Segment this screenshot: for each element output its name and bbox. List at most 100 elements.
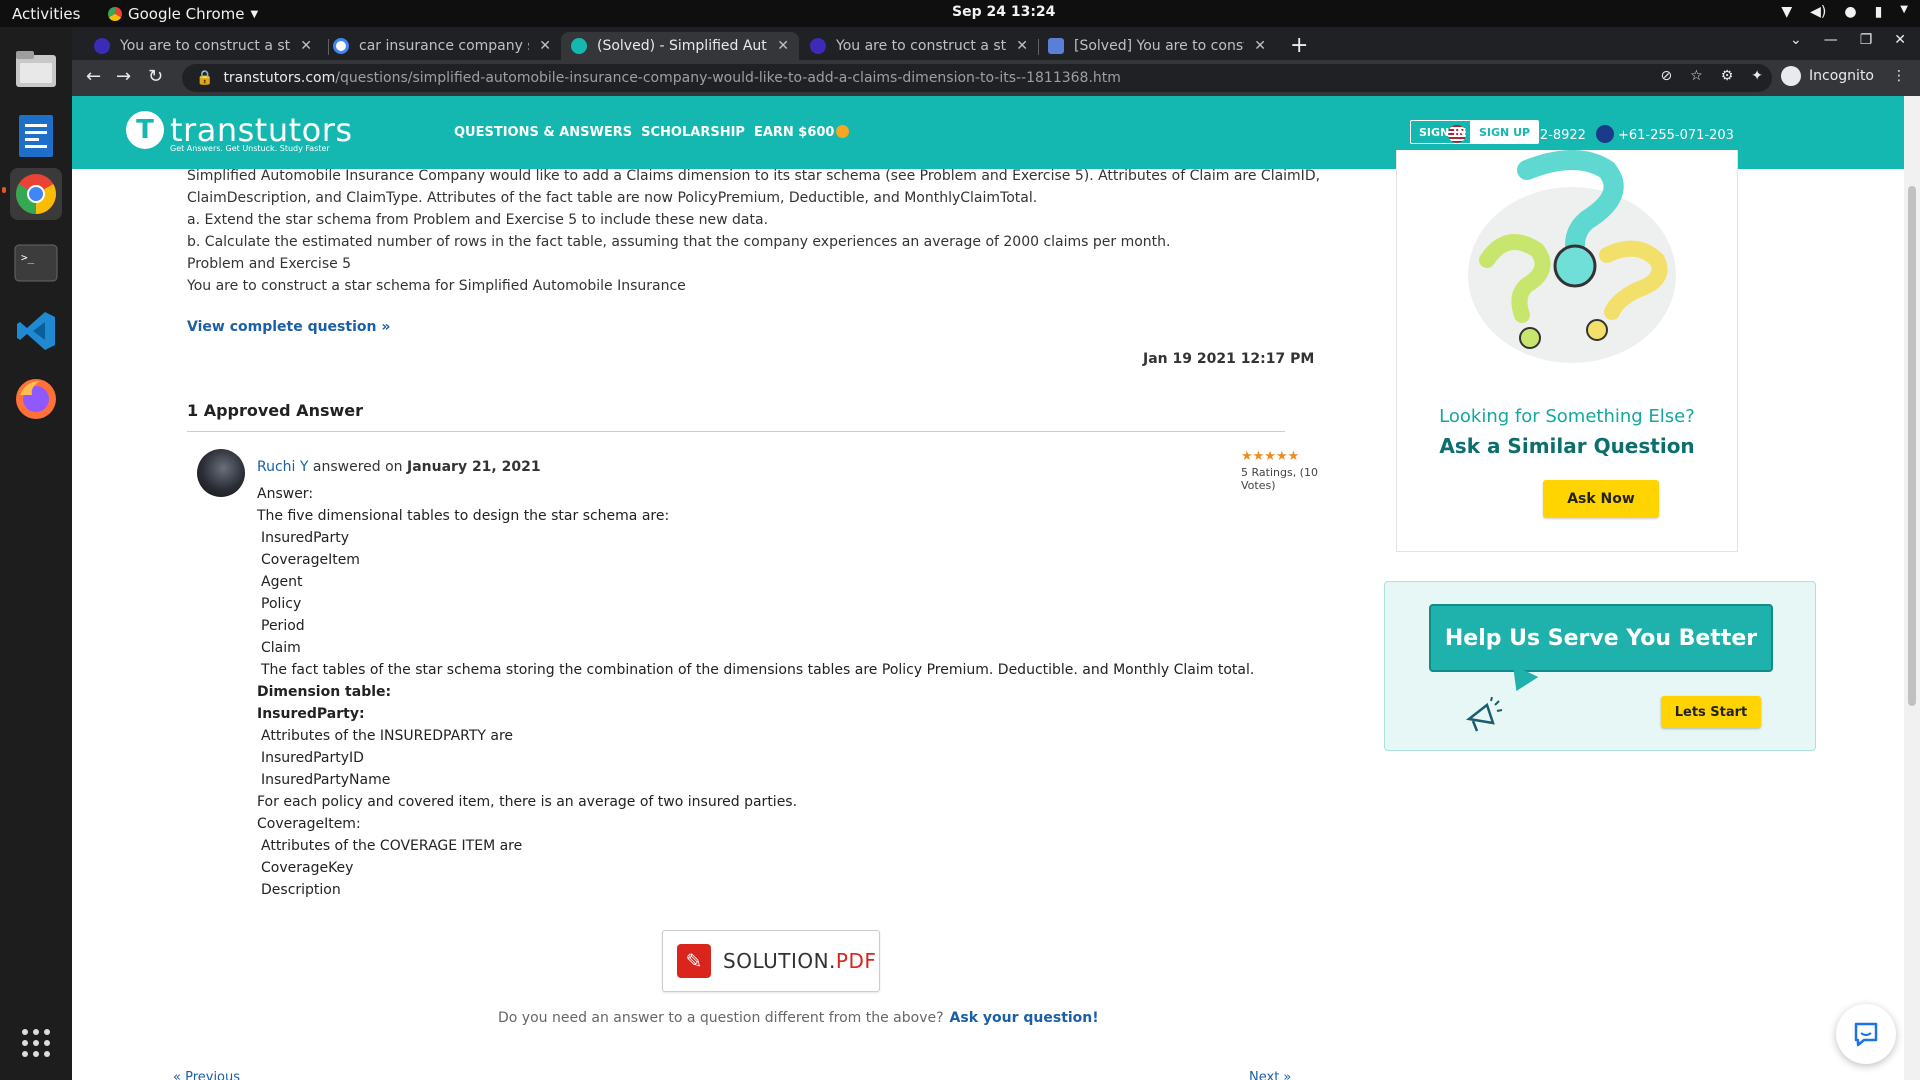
tab-search-icon[interactable]: ⌄ (1790, 32, 1802, 48)
browser-tab[interactable]: You are to construct a sta ✕ (800, 32, 1038, 60)
nav-scholarship[interactable]: SCHOLARSHIP (641, 125, 745, 140)
sign-in-button[interactable]: SIGN IN (1410, 120, 1476, 144)
author-link[interactable]: Ruchi Y (257, 459, 308, 475)
microphone-icon: ● (1844, 4, 1857, 20)
show-apps-icon[interactable] (10, 1017, 62, 1069)
ask-your-question-link[interactable]: Ask your question! (950, 1010, 1099, 1026)
main-content: Simplified Automobile Insurance Company … (173, 165, 1337, 1080)
answer-body: Answer: The five dimensional tables to de… (257, 483, 1257, 901)
ask-now-button[interactable]: Ask Now (1543, 480, 1659, 518)
previous-link[interactable]: « Previous (173, 1070, 240, 1080)
menu-kebab-icon[interactable]: ⋮ (1892, 68, 1906, 84)
system-tray[interactable]: ▼ ◀) ● ▮ ▼ (1781, 4, 1908, 20)
avatar[interactable] (197, 449, 245, 497)
scrollbar-thumb[interactable] (1908, 186, 1916, 706)
app-menu[interactable]: Google Chrome ▼ (108, 5, 258, 23)
solution-pdf-button[interactable]: ✎ SOLUTION.PDF (662, 930, 880, 992)
wifi-icon: ▼ (1781, 4, 1793, 20)
next-link[interactable]: Next » (1249, 1070, 1291, 1080)
files-app-icon[interactable] (10, 43, 62, 95)
firefox-app-icon[interactable] (10, 373, 62, 425)
clock[interactable]: Sep 24 13:24 (952, 4, 1055, 20)
question-text: Simplified Automobile Insurance Company … (187, 165, 1337, 297)
nav-questions-answers[interactable]: QUESTIONS & ANSWERS (454, 125, 632, 140)
answer-line: Answer: (257, 486, 314, 502)
eye-slash-icon[interactable]: ⊘ (1660, 68, 1672, 84)
close-tab-icon[interactable]: ✕ (1254, 38, 1266, 54)
lets-start-button[interactable]: Lets Start (1661, 696, 1761, 728)
address-bar[interactable]: 🔒 transtutors.com/questions/simplified-a… (182, 64, 1772, 92)
close-tab-icon[interactable]: ✕ (777, 38, 789, 54)
toolbar: ← → ↻ 🔒 transtutors.com/questions/simpli… (72, 60, 1920, 96)
close-tab-icon[interactable]: ✕ (1016, 38, 1028, 54)
pdf-icon: ✎ (677, 944, 711, 978)
reload-icon[interactable]: ↻ (148, 66, 163, 87)
question-line: Problem and Exercise 5 (187, 256, 352, 272)
maximize-icon[interactable]: ❐ (1860, 32, 1873, 48)
help-us-banner: Help Us Serve You Better (1429, 604, 1773, 672)
close-tab-icon[interactable]: ✕ (539, 38, 551, 54)
nav-earn[interactable]: EARN $600 (754, 125, 850, 140)
vscode-app-icon[interactable] (10, 305, 62, 357)
forward-icon[interactable]: → (116, 66, 131, 87)
close-tab-icon[interactable]: ✕ (300, 38, 312, 54)
answer-line: CoverageItem: (257, 816, 361, 832)
answer-line: CoverageItem (261, 552, 360, 568)
volume-icon: ◀) (1810, 4, 1827, 20)
answer-line: Attributes of the INSUREDPARTY are (261, 728, 514, 744)
phone-au[interactable]: +61-255-071-203 (1595, 125, 1734, 143)
ask-similar-card: Looking for Something Else? Ask a Simila… (1396, 150, 1738, 552)
question-line: a. Extend the star schema from Problem a… (187, 212, 769, 228)
tab-title: car insurance company st (359, 38, 530, 54)
chevron-down-icon: ▼ (1900, 4, 1908, 15)
chrome-app-icon[interactable] (10, 168, 62, 220)
site-logo[interactable]: T transtutors Get Answers. Get Unstuck. … (126, 111, 353, 153)
question-line: b. Calculate the estimated number of row… (187, 234, 1171, 250)
tab-strip: You are to construct a sta ✕ car insuran… (72, 27, 1920, 60)
pdf-label: SOLUTION.PDF (723, 949, 876, 973)
incognito-icon (1781, 66, 1802, 86)
dock: >_ (0, 27, 72, 1080)
back-icon[interactable]: ← (86, 66, 101, 87)
active-indicator (2, 187, 6, 193)
chrome-icon (108, 7, 122, 21)
puzzle-icon[interactable]: ✦ (1751, 68, 1763, 84)
page-scrollbar[interactable] (1904, 96, 1920, 1080)
browser-tab[interactable]: You are to construct a sta ✕ (84, 32, 322, 60)
sign-up-button[interactable]: SIGN UP (1470, 120, 1540, 144)
minimize-icon[interactable]: — (1824, 32, 1838, 48)
incognito-indicator[interactable]: Incognito (1781, 66, 1874, 86)
answer-line: Period (261, 618, 305, 634)
tab-favicon-icon (94, 38, 110, 54)
ask-prompt: Do you need an answer to a question diff… (498, 1010, 944, 1026)
google-favicon-icon (333, 38, 349, 54)
activities-button[interactable]: Activities (12, 5, 80, 23)
window-controls: ⌄ — ❐ ✕ (1790, 32, 1906, 48)
answer-line: Agent (261, 574, 303, 590)
url-host: transtutors.com (223, 70, 336, 86)
toolbar-right: ⊘ ☆ ⚙ ✦ Incognito ⋮ (1660, 66, 1906, 86)
new-tab-button[interactable]: + (1290, 33, 1308, 58)
transtutors-favicon-icon (571, 38, 587, 54)
chat-support-button[interactable] (1836, 1004, 1896, 1064)
coin-icon (836, 125, 850, 138)
close-window-icon[interactable]: ✕ (1894, 32, 1906, 48)
svg-text:>_: >_ (21, 251, 35, 264)
battery-icon: ▮ (1874, 4, 1883, 20)
answer-line: Claim (261, 640, 301, 656)
writer-app-icon[interactable] (10, 110, 62, 162)
system-top-bar: Activities Google Chrome ▼ Sep 24 13:24 … (0, 0, 1920, 27)
incognito-label: Incognito (1809, 68, 1874, 84)
view-complete-question-link[interactable]: View complete question » (187, 319, 390, 335)
bookmark-star-icon[interactable]: ☆ (1690, 68, 1703, 84)
answer-line: Attributes of the COVERAGE ITEM are (261, 838, 523, 854)
chat-bubble-icon (1854, 1022, 1878, 1047)
extension-icon[interactable]: ⚙ (1721, 68, 1734, 84)
browser-tab[interactable]: [Solved] You are to constr ✕ (1038, 32, 1276, 60)
question-date: Jan 19 2021 12:17 PM (1143, 351, 1315, 367)
browser-tab-active[interactable]: (Solved) - Simplified Autor ✕ (561, 32, 799, 60)
answer-line: Policy (261, 596, 302, 612)
browser-tab[interactable]: car insurance company st ✕ (323, 32, 561, 60)
pdf-label-main: SOLUTION. (723, 949, 836, 973)
terminal-app-icon[interactable]: >_ (10, 237, 62, 289)
